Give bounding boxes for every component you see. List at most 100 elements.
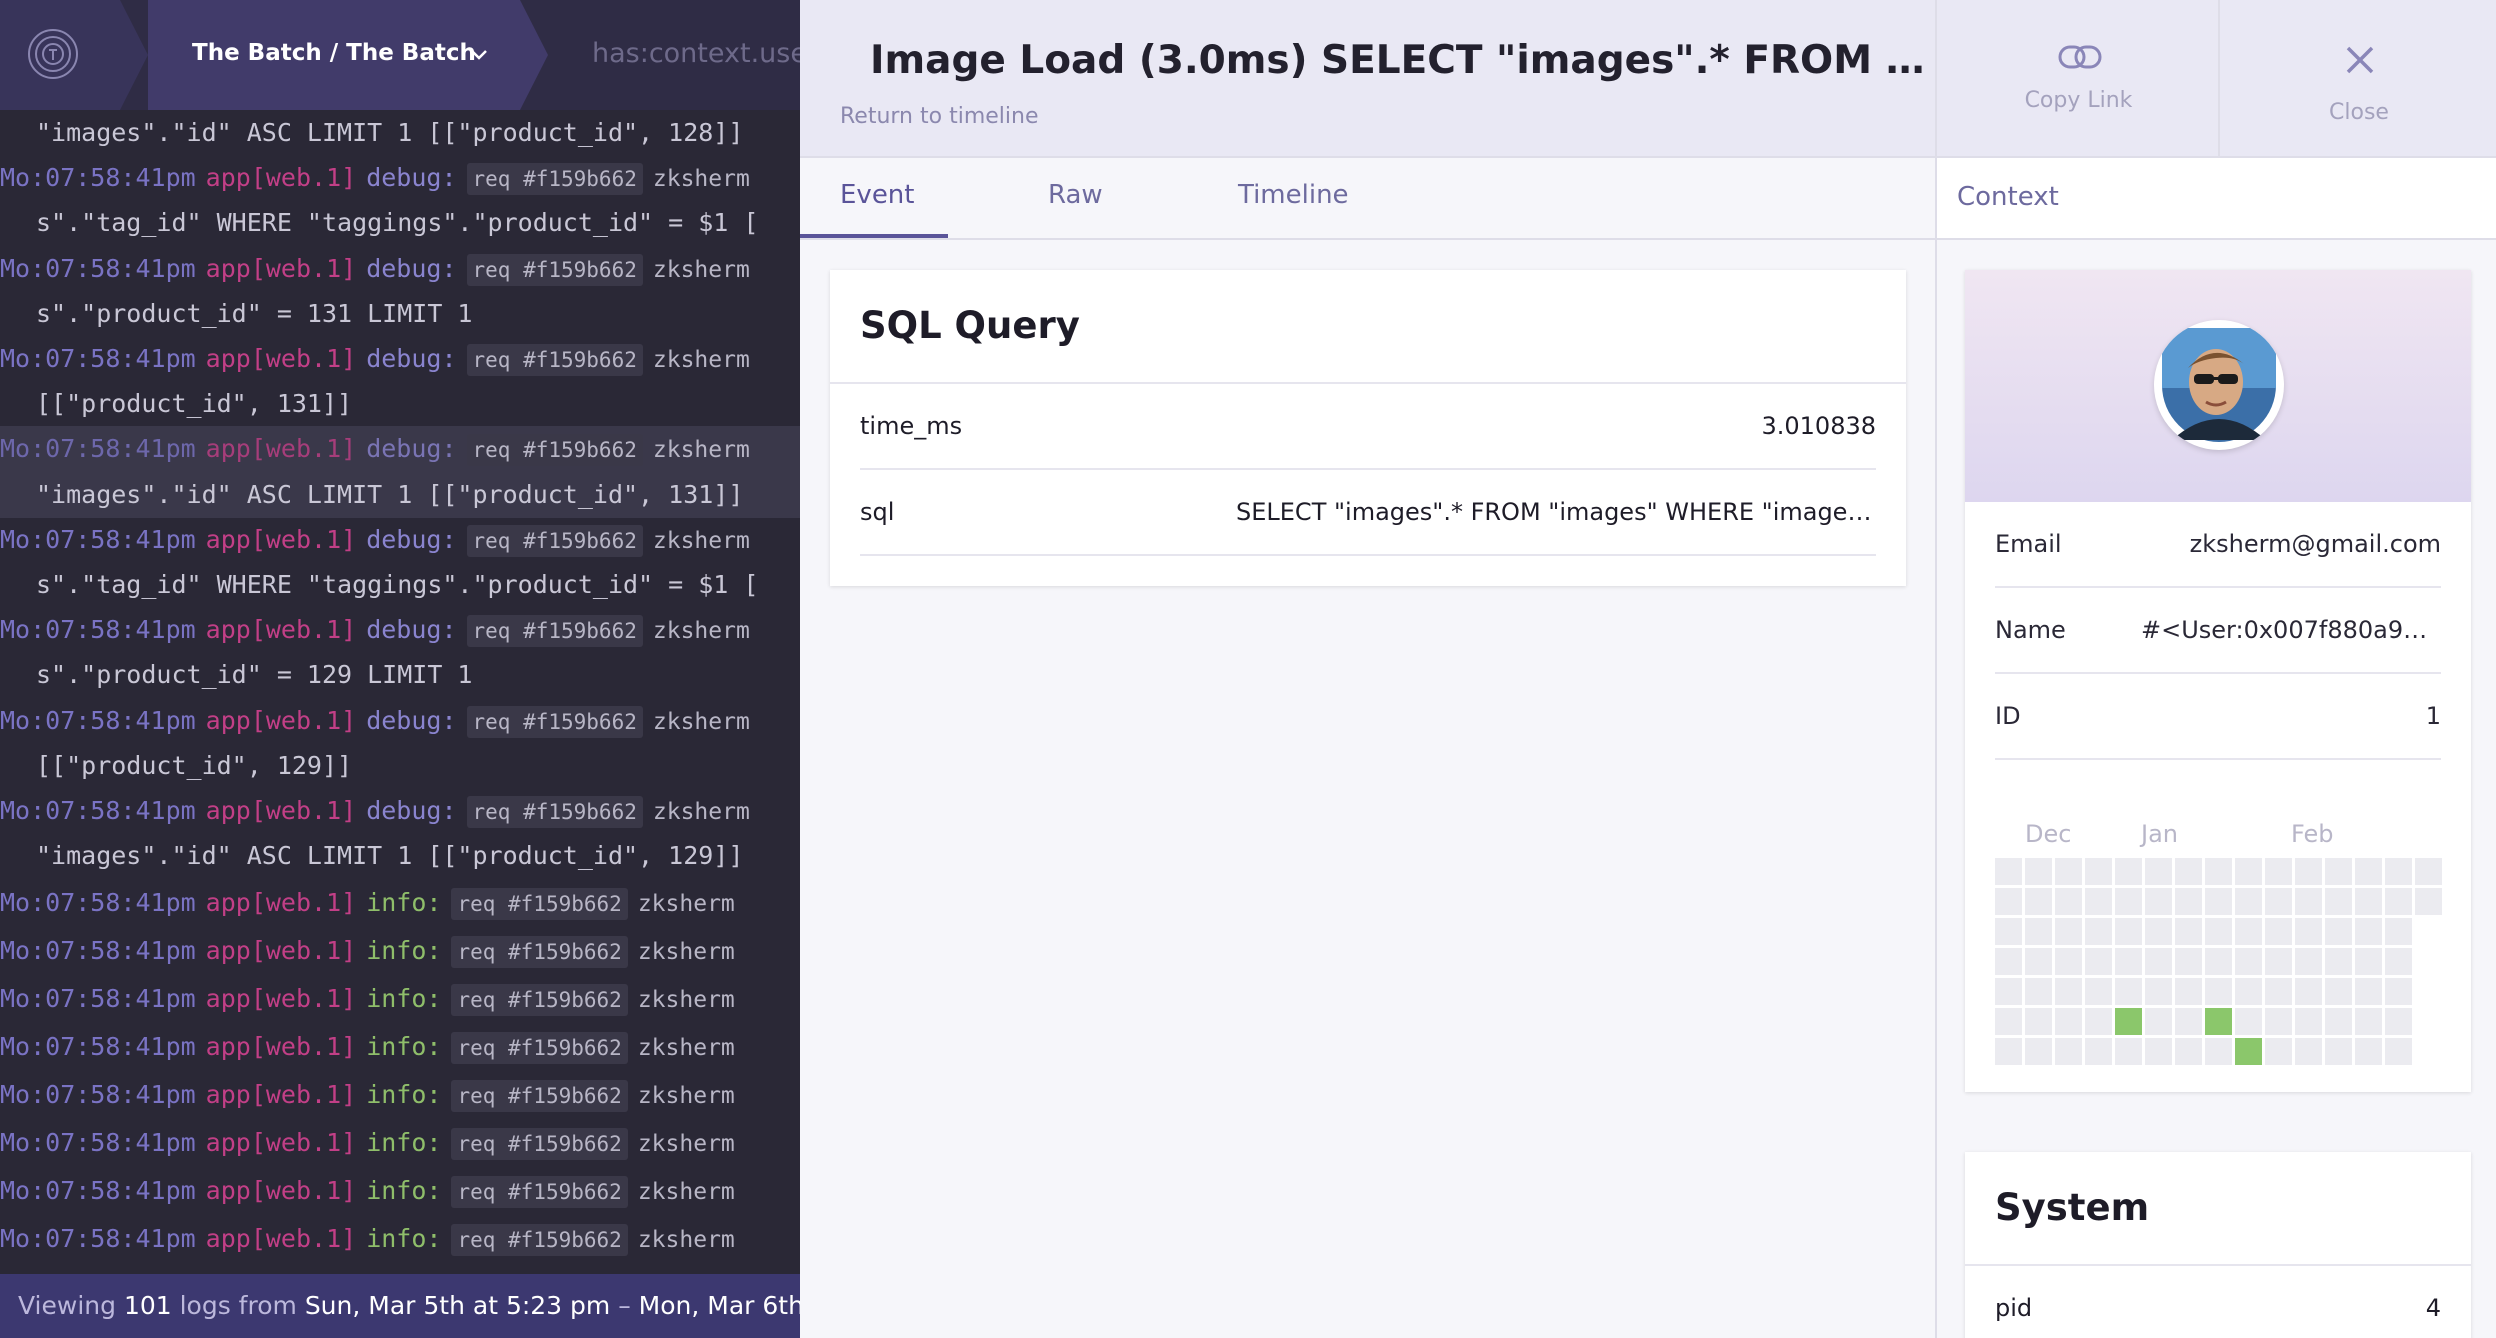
user-row-id: ID 1 xyxy=(1995,674,2441,760)
breadcrumb-chevron xyxy=(120,0,148,110)
heatmap-cell xyxy=(2145,888,2172,915)
field-value: 4 xyxy=(2425,1294,2441,1322)
log-level: debug: xyxy=(366,796,457,825)
log-user: zksherm xyxy=(637,939,735,966)
request-id-badge[interactable]: req #f159b662 xyxy=(466,705,643,738)
log-line-continuation[interactable]: s"."tag_id" WHERE "taggings"."product_id… xyxy=(0,200,800,246)
request-id-badge[interactable]: req #f159b662 xyxy=(466,796,643,828)
heatmap-cell-active xyxy=(2235,1038,2262,1065)
request-id-badge[interactable]: req #f159b662 xyxy=(466,253,643,286)
copy-link-button[interactable]: Copy Link xyxy=(1935,0,2218,158)
heatmap-cell xyxy=(2205,1038,2232,1065)
log-message: "images"."id" ASC LIMIT 1 [["product_id"… xyxy=(36,479,744,509)
log-line[interactable]: Mo:07:58:41pm app[web.1] debug: req #f159b6… xyxy=(0,246,800,292)
heatmap-cell xyxy=(2085,978,2112,1005)
heatmap-cell xyxy=(2025,888,2052,915)
heatmap-cell xyxy=(1995,948,2022,975)
log-line[interactable]: Mo:07:58:41pm app[web.1] info: req #f159b66… xyxy=(0,880,800,926)
log-app: app[web.1] xyxy=(205,344,357,373)
heatmap-cell xyxy=(2175,888,2202,915)
tab-raw[interactable]: Raw xyxy=(1048,180,1103,210)
heatmap-cell xyxy=(2385,978,2412,1005)
heatmap-cell xyxy=(2265,888,2292,915)
request-id-badge[interactable]: req #f159b662 xyxy=(451,888,628,921)
tab-event[interactable]: Event xyxy=(840,180,914,210)
avatar xyxy=(2154,320,2284,450)
log-line[interactable]: Mo:07:58:41pm app[web.1] debug: req #f159b6… xyxy=(0,155,800,201)
request-id-badge[interactable]: req #f159b662 xyxy=(466,615,643,648)
heatmap-cell xyxy=(2355,948,2382,975)
log-line[interactable]: Mo:07:58:41pm app[web.1] info: req #f159b66… xyxy=(0,1168,800,1214)
log-message: [["product_id", 129]] xyxy=(36,750,353,780)
log-user: zksherm xyxy=(652,799,750,825)
tab-context[interactable]: Context xyxy=(1957,182,2059,212)
heatmap-cell xyxy=(2295,1038,2322,1065)
log-line[interactable]: Mo:07:58:41pm app[web.1] debug: req #f159b6… xyxy=(0,426,800,473)
heatmap-cell xyxy=(2265,948,2292,975)
log-line[interactable]: Mo:07:58:41pm app[web.1] debug: req #f159b6… xyxy=(0,336,800,382)
log-message: "images"."id" ASC LIMIT 1 [["product_id"… xyxy=(36,841,744,871)
field-value: #<User:0x007f880a937d40> xyxy=(2141,616,2441,644)
log-level: info: xyxy=(366,888,442,918)
log-line[interactable]: Mo:07:58:41pm app[web.1] info: req #f159b66… xyxy=(0,1120,800,1166)
heatmap-cell xyxy=(2325,918,2352,945)
range-start: Sun, Mar 5th at 5:23 pm xyxy=(304,1291,611,1320)
heatmap-cell xyxy=(2295,978,2322,1005)
log-line-continuation[interactable]: s"."product_id" = 129 LIMIT 1 xyxy=(0,652,800,698)
log-line[interactable]: Mo:07:58:41pm app[web.1] info: req #f159b66… xyxy=(0,928,800,974)
log-line[interactable]: Mo:07:58:41pm app[web.1] info: req #f159b66… xyxy=(0,1216,800,1262)
heatmap-cell xyxy=(2055,1008,2082,1035)
request-id-badge[interactable]: req #f159b662 xyxy=(451,936,628,969)
sql-row-time-ms: time_ms 3.010838 xyxy=(860,384,1876,470)
heatmap-cell xyxy=(2265,858,2292,885)
heatmap-cell xyxy=(2055,888,2082,915)
month-label: Dec xyxy=(2025,820,2072,848)
app-selector[interactable]: The Batch / The Batch xyxy=(148,0,520,110)
log-time: Mo:07:58:41pm xyxy=(0,434,196,464)
log-range-footer: Viewing 101 logs from Sun, Mar 5th at 5:… xyxy=(0,1274,800,1338)
request-id-badge[interactable]: req #f159b662 xyxy=(451,1176,628,1209)
log-line-continuation[interactable]: [["product_id", 131]] xyxy=(0,381,800,427)
log-list: "images"."id" ASC LIMIT 1 [["product_id"… xyxy=(0,110,800,1274)
log-line[interactable]: Mo:07:58:41pm app[web.1] debug: req #f159b6… xyxy=(0,698,800,744)
log-line[interactable]: Mo:07:58:41pm app[web.1] debug: req #f159b6… xyxy=(0,517,800,563)
heatmap-cell xyxy=(2145,948,2172,975)
heatmap-cell xyxy=(2355,918,2382,945)
request-id-badge[interactable]: req #f159b662 xyxy=(451,1080,628,1113)
tab-timeline[interactable]: Timeline xyxy=(1238,180,1349,210)
request-id-badge[interactable]: req #f159b662 xyxy=(451,984,628,1017)
heatmap-cell xyxy=(2265,978,2292,1005)
log-line-continuation[interactable]: "images"."id" ASC LIMIT 1 [["product_id"… xyxy=(0,471,800,518)
log-line-continuation[interactable]: s"."tag_id" WHERE "taggings"."product_id… xyxy=(0,562,800,608)
log-line[interactable]: Mo:07:58:41pm app[web.1] info: req #f159b66… xyxy=(0,1024,800,1070)
request-id-badge[interactable]: req #f159b662 xyxy=(466,524,643,557)
request-id-badge[interactable]: req #f159b662 xyxy=(451,1128,628,1161)
request-id-badge[interactable]: req #f159b662 xyxy=(451,1032,628,1065)
log-line-continuation[interactable]: "images"."id" ASC LIMIT 1 [["product_id"… xyxy=(0,110,800,156)
log-line[interactable]: Mo:07:58:41pm app[web.1] debug: req #f159b6… xyxy=(0,788,800,834)
log-line-continuation[interactable]: [["product_id", 129]] xyxy=(0,743,800,789)
return-to-timeline-link[interactable]: Return to timeline xyxy=(840,104,1038,129)
log-line[interactable]: Mo:07:58:41pm app[web.1] info: req #f159b66… xyxy=(0,1072,800,1118)
log-user: zksherm xyxy=(637,1131,735,1158)
logo-area[interactable] xyxy=(0,0,120,110)
log-line-continuation[interactable]: "images"."id" ASC LIMIT 1 [["product_id"… xyxy=(0,833,800,879)
heatmap-cell xyxy=(2385,948,2412,975)
request-id-badge[interactable]: req #f159b662 xyxy=(466,344,643,376)
request-id-badge[interactable]: req #f159b662 xyxy=(451,1224,628,1257)
heatmap-cell xyxy=(2415,888,2442,915)
log-time: Mo:07:58:41pm xyxy=(0,984,196,1014)
heatmap-cell xyxy=(1995,888,2022,915)
request-id-badge[interactable]: req #f159b662 xyxy=(466,434,643,467)
sql-card-title: SQL Query xyxy=(860,304,1080,347)
request-id-badge[interactable]: req #f159b662 xyxy=(466,163,643,196)
close-button[interactable]: Close xyxy=(2218,0,2496,158)
log-time: Mo:07:58:41pm xyxy=(0,1080,196,1110)
log-line[interactable]: Mo:07:58:41pm app[web.1] debug: req #f159b6… xyxy=(0,607,800,653)
user-context-card: Email zksherm@gmail.com Name #<User:0x00… xyxy=(1965,270,2471,1092)
log-line[interactable]: Mo:07:58:41pm app[web.1] info: req #f159b66… xyxy=(0,976,800,1022)
log-line-continuation[interactable]: s"."product_id" = 131 LIMIT 1 xyxy=(0,291,800,337)
log-app: app[web.1] xyxy=(205,1224,357,1254)
log-user: zksherm xyxy=(652,527,750,554)
search-query[interactable]: has:context.user xyxy=(592,38,800,69)
